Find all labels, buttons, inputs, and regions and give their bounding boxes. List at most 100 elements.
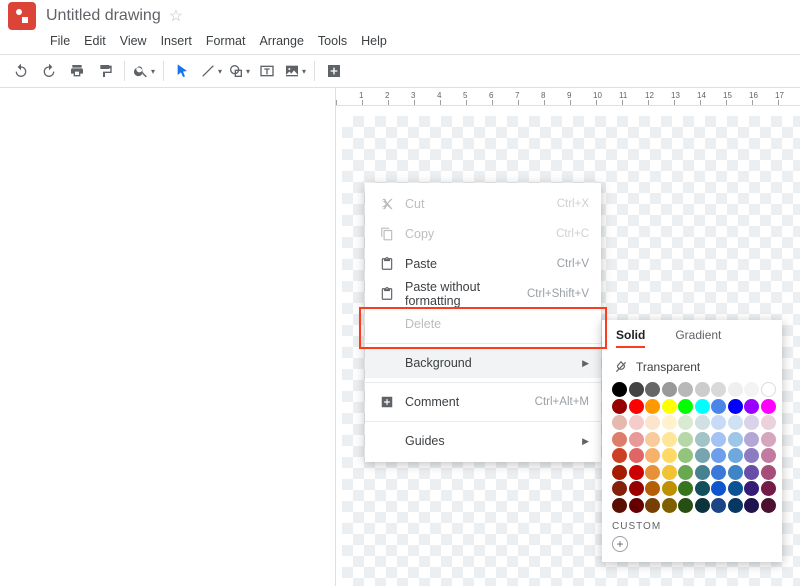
color-swatch[interactable] [678, 448, 693, 463]
color-swatch[interactable] [744, 498, 759, 513]
color-swatch[interactable] [711, 432, 726, 447]
ctx-paste-plain[interactable]: Paste without formatting Ctrl+Shift+V [365, 279, 601, 309]
color-swatch[interactable] [695, 481, 710, 496]
color-swatch[interactable] [678, 399, 693, 414]
color-swatch[interactable] [629, 399, 644, 414]
color-swatch[interactable] [744, 382, 759, 397]
color-swatch[interactable] [662, 432, 677, 447]
color-swatch[interactable] [744, 448, 759, 463]
color-swatch[interactable] [612, 481, 627, 496]
menu-insert[interactable]: Insert [155, 32, 198, 50]
menu-format[interactable]: Format [200, 32, 252, 50]
color-swatch[interactable] [612, 415, 627, 430]
undo-button[interactable] [8, 58, 34, 84]
color-swatch[interactable] [761, 481, 776, 496]
color-swatch[interactable] [629, 465, 644, 480]
color-swatch[interactable] [645, 382, 660, 397]
color-swatch[interactable] [678, 498, 693, 513]
color-swatch[interactable] [695, 448, 710, 463]
color-swatch[interactable] [761, 399, 776, 414]
color-swatch[interactable] [744, 432, 759, 447]
color-swatch[interactable] [761, 465, 776, 480]
ctx-background[interactable]: Background ▶ [365, 348, 601, 378]
menu-file[interactable]: File [44, 32, 76, 50]
color-swatch[interactable] [612, 382, 627, 397]
color-swatch[interactable] [728, 382, 743, 397]
color-swatch[interactable] [711, 382, 726, 397]
add-custom-color-button[interactable]: + [612, 536, 628, 552]
select-tool[interactable] [170, 58, 196, 84]
color-swatch[interactable] [744, 399, 759, 414]
zoom-button[interactable] [131, 58, 157, 84]
color-swatch[interactable] [662, 448, 677, 463]
tab-gradient[interactable]: Gradient [675, 328, 721, 348]
color-swatch[interactable] [711, 448, 726, 463]
color-swatch[interactable] [645, 399, 660, 414]
color-swatch[interactable] [695, 498, 710, 513]
color-swatch[interactable] [629, 432, 644, 447]
image-tool[interactable] [282, 58, 308, 84]
color-swatch[interactable] [728, 448, 743, 463]
color-swatch[interactable] [678, 432, 693, 447]
color-swatch[interactable] [629, 448, 644, 463]
color-swatch[interactable] [761, 448, 776, 463]
print-button[interactable] [64, 58, 90, 84]
color-swatch[interactable] [744, 415, 759, 430]
color-swatch[interactable] [711, 498, 726, 513]
menu-edit[interactable]: Edit [78, 32, 112, 50]
menu-arrange[interactable]: Arrange [253, 32, 309, 50]
color-swatch[interactable] [711, 481, 726, 496]
ctx-guides[interactable]: Guides ▶ [365, 426, 601, 456]
line-tool[interactable] [198, 58, 224, 84]
color-swatch[interactable] [711, 465, 726, 480]
menu-tools[interactable]: Tools [312, 32, 353, 50]
add-button[interactable] [321, 58, 347, 84]
color-swatch[interactable] [761, 382, 776, 397]
color-swatch[interactable] [662, 415, 677, 430]
color-swatch[interactable] [711, 415, 726, 430]
color-swatch[interactable] [629, 415, 644, 430]
color-swatch[interactable] [612, 399, 627, 414]
textbox-tool[interactable] [254, 58, 280, 84]
color-swatch[interactable] [629, 382, 644, 397]
ctx-paste[interactable]: Paste Ctrl+V [365, 249, 601, 279]
color-swatch[interactable] [629, 498, 644, 513]
paint-format-button[interactable] [92, 58, 118, 84]
ctx-comment[interactable]: Comment Ctrl+Alt+M [365, 387, 601, 417]
menu-view[interactable]: View [114, 32, 153, 50]
color-swatch[interactable] [678, 481, 693, 496]
color-swatch[interactable] [728, 481, 743, 496]
color-swatch[interactable] [662, 465, 677, 480]
color-swatch[interactable] [695, 465, 710, 480]
color-swatch[interactable] [728, 465, 743, 480]
color-swatch[interactable] [744, 481, 759, 496]
tab-solid[interactable]: Solid [616, 328, 645, 348]
color-swatch[interactable] [645, 415, 660, 430]
color-swatch[interactable] [645, 498, 660, 513]
menu-help[interactable]: Help [355, 32, 393, 50]
color-swatch[interactable] [662, 498, 677, 513]
color-swatch[interactable] [695, 432, 710, 447]
color-swatch[interactable] [761, 432, 776, 447]
color-swatch[interactable] [645, 481, 660, 496]
app-logo[interactable] [8, 2, 36, 30]
color-swatch[interactable] [695, 399, 710, 414]
color-swatch[interactable] [728, 399, 743, 414]
color-swatch[interactable] [612, 498, 627, 513]
color-swatch[interactable] [744, 465, 759, 480]
redo-button[interactable] [36, 58, 62, 84]
color-swatch[interactable] [678, 382, 693, 397]
color-swatch[interactable] [645, 448, 660, 463]
color-swatch[interactable] [678, 465, 693, 480]
document-title[interactable]: Untitled drawing [46, 7, 161, 25]
color-swatch[interactable] [662, 382, 677, 397]
color-swatch[interactable] [695, 415, 710, 430]
color-swatch[interactable] [645, 465, 660, 480]
color-swatch[interactable] [728, 415, 743, 430]
color-swatch[interactable] [728, 432, 743, 447]
color-swatch[interactable] [662, 399, 677, 414]
color-swatch[interactable] [695, 382, 710, 397]
color-swatch[interactable] [645, 432, 660, 447]
shape-tool[interactable] [226, 58, 252, 84]
color-swatch[interactable] [629, 481, 644, 496]
